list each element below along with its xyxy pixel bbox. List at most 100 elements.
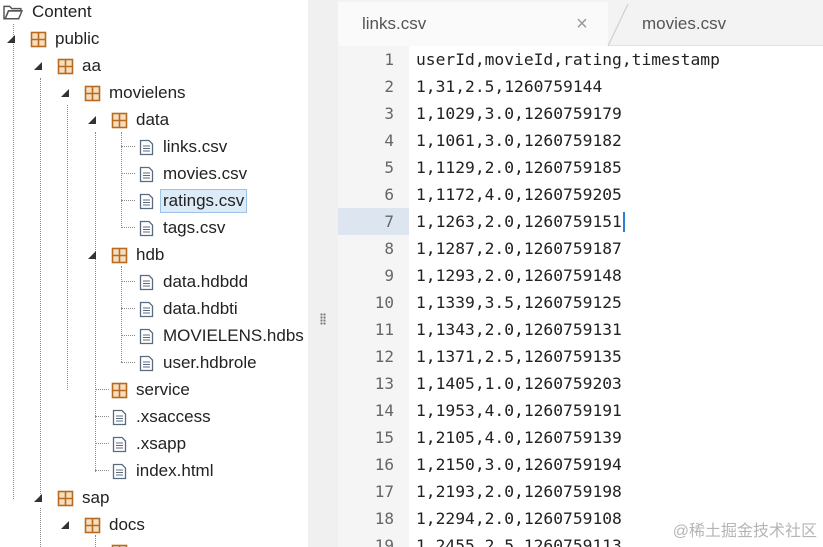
tree-item-label: movies.csv bbox=[163, 164, 248, 183]
file-tree: Content public aa movielens data links.c… bbox=[0, 0, 308, 547]
tree-folder-sap[interactable]: sap bbox=[57, 486, 111, 510]
file-icon bbox=[139, 193, 154, 209]
tree-file-xsapp[interactable]: .xsapp bbox=[111, 432, 188, 456]
code-line[interactable]: 1,1371,2.5,1260759135 bbox=[416, 343, 622, 370]
file-icon bbox=[112, 409, 127, 425]
tree-file-user-hdbrole[interactable]: user.hdbrole bbox=[138, 351, 259, 375]
expand-toggle-icon[interactable] bbox=[87, 250, 97, 260]
tree-file-ratings-csv[interactable]: ratings.csv bbox=[138, 189, 248, 213]
tree-folder-service[interactable]: service bbox=[111, 378, 192, 402]
tree-guide bbox=[67, 105, 68, 390]
tree-item-label: ratings.csv bbox=[159, 189, 248, 213]
code-line[interactable]: 1,1287,2.0,1260759187 bbox=[416, 235, 622, 262]
line-number: 9 bbox=[384, 266, 394, 285]
code-line[interactable]: 1,1129,2.0,1260759185 bbox=[416, 154, 622, 181]
tree-guide bbox=[121, 200, 135, 201]
file-icon bbox=[139, 301, 154, 317]
code-line[interactable]: 1,2193,2.0,1260759198 bbox=[416, 478, 622, 505]
code-line[interactable]: 1,1061,3.0,1260759182 bbox=[416, 127, 622, 154]
code-line[interactable]: userId,movieId,rating,timestamp bbox=[416, 46, 720, 73]
expand-toggle-icon[interactable] bbox=[87, 115, 97, 125]
code-line[interactable]: 1,2455,2.5,1260759113 bbox=[416, 532, 622, 547]
tree-file-movielens-hdbs[interactable]: MOVIELENS.hdbs bbox=[138, 324, 306, 348]
file-icon bbox=[139, 166, 154, 182]
tree-file-data-hdbti[interactable]: data.hdbti bbox=[138, 297, 240, 321]
line-number: 1 bbox=[384, 50, 394, 69]
watermark-text: @稀土掘金技术社区 bbox=[672, 523, 817, 540]
line-number-gutter: 1 2 3 4 5 6 7 8 9 10 11 12 13 14 15 16 17 18 19 bbox=[338, 46, 409, 547]
tree-guide bbox=[95, 389, 109, 390]
file-icon bbox=[112, 463, 127, 479]
tree-guide bbox=[40, 508, 41, 547]
tree-item-label: user.hdbrole bbox=[163, 353, 257, 372]
line-number: 14 bbox=[374, 401, 394, 420]
code-line[interactable]: 1,1029,3.0,1260759179 bbox=[416, 100, 622, 127]
tree-item-label: hdb bbox=[136, 245, 165, 264]
tab-movies-csv[interactable]: movies.csv bbox=[618, 2, 823, 46]
code-editor[interactable]: links.csv × movies.csv 1 2 3 4 5 6 7 8 9 10 11 12 13… bbox=[338, 0, 823, 547]
tree-item-label: movielens bbox=[109, 83, 186, 102]
folder-open-icon bbox=[3, 5, 24, 20]
line-number: 19 bbox=[374, 536, 394, 547]
tree-guide bbox=[121, 308, 135, 309]
expand-toggle-icon[interactable] bbox=[33, 61, 43, 71]
tree-file-data-hdbdd[interactable]: data.hdbdd bbox=[138, 270, 250, 294]
code-line[interactable]: 1,1263,2.0,1260759151 bbox=[416, 208, 622, 235]
tree-folder-data[interactable]: data bbox=[111, 108, 171, 132]
tree-folder-movielens[interactable]: movielens bbox=[84, 81, 188, 105]
line-number: 8 bbox=[384, 239, 394, 258]
file-icon bbox=[139, 355, 154, 371]
tree-item-label: .xsapp bbox=[136, 434, 187, 453]
line-number: 6 bbox=[384, 185, 394, 204]
code-line[interactable]: 1,2105,4.0,1260759139 bbox=[416, 424, 622, 451]
line-number: 5 bbox=[384, 158, 394, 177]
tree-folder-public[interactable]: public bbox=[30, 27, 101, 51]
tree-folder-aa[interactable]: aa bbox=[57, 54, 103, 78]
tree-file-index-html[interactable]: index.html bbox=[111, 459, 215, 483]
code-content[interactable]: userId,movieId,rating,timestamp 1,31,2.5,… bbox=[409, 46, 823, 547]
line-number: 3 bbox=[384, 104, 394, 123]
tree-item-label: docs bbox=[109, 515, 145, 534]
expand-toggle-icon[interactable] bbox=[60, 520, 70, 530]
editor-tab-bar: links.csv × movies.csv bbox=[338, 0, 823, 46]
tree-guide bbox=[121, 362, 135, 363]
code-line[interactable]: 1,1293,2.0,1260759148 bbox=[416, 262, 622, 289]
tree-item-label: aa bbox=[82, 56, 101, 75]
code-line[interactable]: 1,1172,4.0,1260759205 bbox=[416, 181, 622, 208]
code-line[interactable]: 1,2150,3.0,1260759194 bbox=[416, 451, 622, 478]
tree-folder-hdb[interactable]: hdb bbox=[111, 243, 166, 267]
close-tab-icon[interactable]: × bbox=[574, 14, 590, 34]
tree-guide bbox=[95, 443, 109, 444]
package-icon bbox=[111, 112, 128, 128]
tree-file-links-csv[interactable]: links.csv bbox=[138, 135, 229, 159]
code-line[interactable]: 1,1343,2.0,1260759131 bbox=[416, 316, 622, 343]
tree-file-xsaccess[interactable]: .xsaccess bbox=[111, 405, 213, 429]
file-icon bbox=[112, 436, 127, 452]
tab-links-csv[interactable]: links.csv × bbox=[338, 2, 608, 46]
package-icon bbox=[111, 247, 128, 263]
text-caret bbox=[623, 212, 625, 232]
expand-toggle-icon[interactable] bbox=[6, 34, 16, 44]
code-line[interactable]: 1,1953,4.0,1260759191 bbox=[416, 397, 622, 424]
package-icon bbox=[111, 382, 128, 398]
line-number: 17 bbox=[374, 482, 394, 501]
tree-guide bbox=[121, 281, 135, 282]
tree-guide bbox=[40, 78, 41, 498]
package-icon bbox=[30, 31, 47, 47]
code-line[interactable]: 1,2294,2.0,1260759108 bbox=[416, 505, 622, 532]
tree-item-label: tags.csv bbox=[163, 218, 226, 237]
code-line[interactable]: 1,1405,1.0,1260759203 bbox=[416, 370, 622, 397]
expand-toggle-icon[interactable] bbox=[60, 88, 70, 98]
pane-splitter[interactable] bbox=[308, 0, 338, 547]
tree-file-movies-csv[interactable]: movies.csv bbox=[138, 162, 249, 186]
tree-guide bbox=[121, 146, 135, 147]
expand-toggle-icon[interactable] bbox=[33, 493, 43, 503]
code-line[interactable]: 1,1339,3.5,1260759125 bbox=[416, 289, 622, 316]
tree-file-tags-csv[interactable]: tags.csv bbox=[138, 216, 227, 240]
splitter-grip-icon[interactable] bbox=[308, 312, 338, 326]
line-number: 7 bbox=[338, 208, 409, 235]
code-line[interactable]: 1,31,2.5,1260759144 bbox=[416, 73, 602, 100]
tree-folder-docs[interactable]: docs bbox=[84, 513, 147, 537]
tree-root-content[interactable]: Content bbox=[2, 0, 94, 24]
tree-item-label: index.html bbox=[136, 461, 214, 480]
